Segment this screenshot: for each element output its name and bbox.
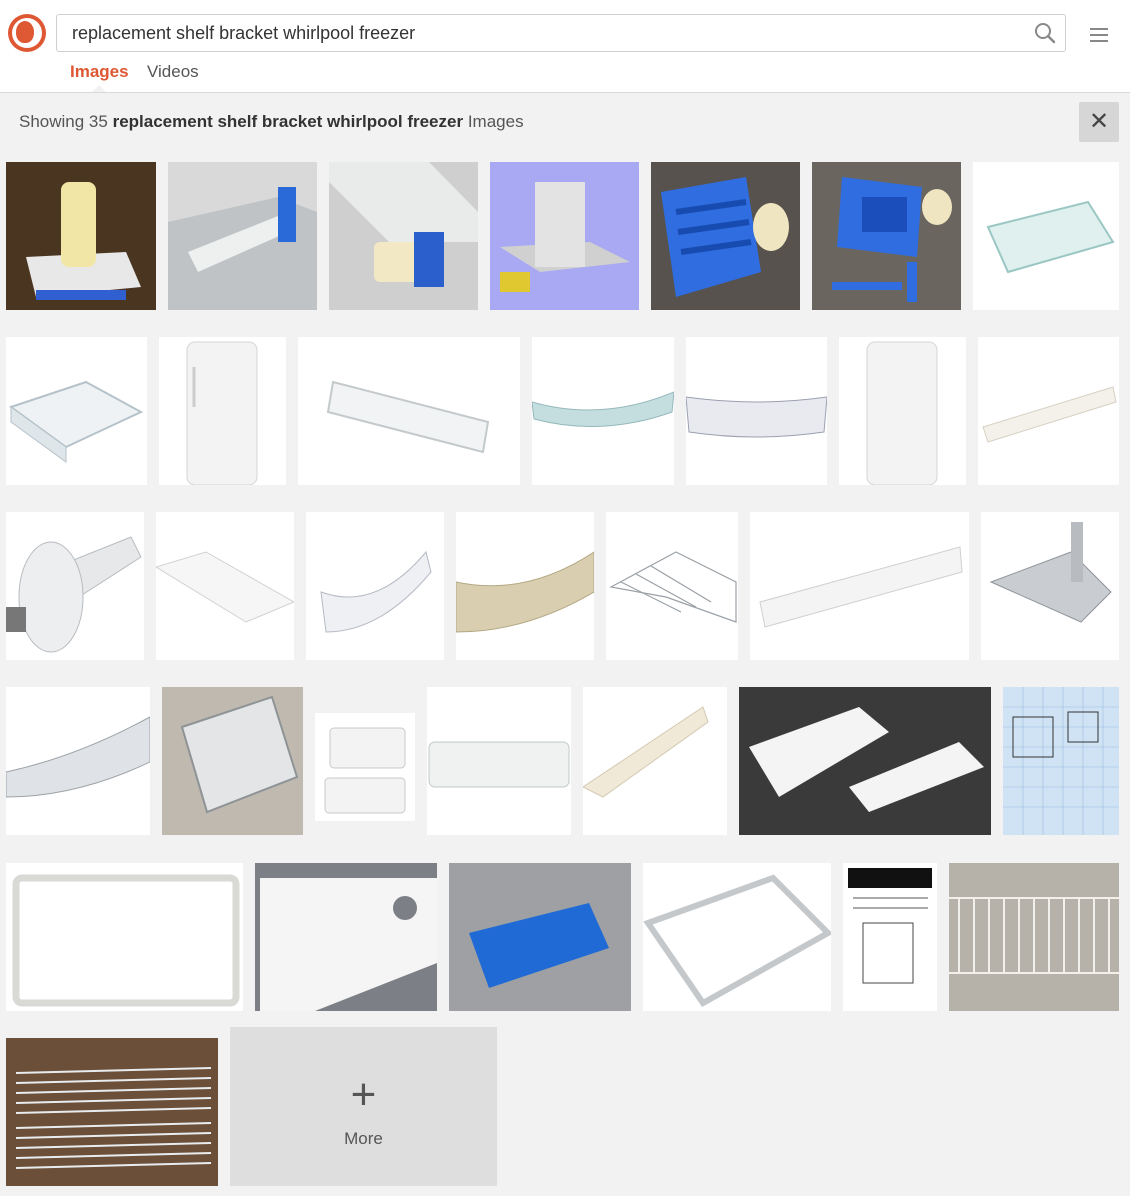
image-thumbnail[interactable]: [949, 863, 1119, 1011]
blue-cap-bracket-image: [449, 863, 631, 1011]
clear-drawer-image: [6, 337, 147, 485]
clear-crisper-drawer-image: [162, 687, 303, 835]
white-freezer-image: [839, 337, 966, 485]
more-label: More: [344, 1129, 383, 1148]
plus-icon: +: [350, 1070, 377, 1119]
image-thumbnail[interactable]: [6, 687, 150, 835]
hamburger-menu-icon[interactable]: [1090, 28, 1108, 44]
door-gasket-corner-image: [583, 687, 727, 835]
blue-door-bin-image: [532, 337, 674, 485]
wire-rack-image: [6, 1038, 218, 1186]
shelf-clip-bracket-image: [329, 162, 478, 310]
image-thumbnail[interactable]: [686, 337, 827, 485]
wire-shelf-image: [606, 512, 738, 660]
freezer-shelf-corner-image: [168, 162, 317, 310]
results-count-prefix: Showing 35: [19, 112, 108, 131]
image-thumbnail[interactable]: [490, 162, 639, 310]
image-thumbnail[interactable]: [1003, 687, 1119, 835]
3d-model-bracket-image: [490, 162, 639, 310]
image-thumbnail[interactable]: [306, 512, 444, 660]
active-tab-pointer: [92, 85, 106, 92]
white-door-bin-image: [156, 512, 294, 660]
image-thumbnail[interactable]: [651, 162, 800, 310]
image-thumbnail[interactable]: [532, 337, 674, 485]
blue-bracket-parts-image: [812, 162, 961, 310]
door-gasket-image: [6, 863, 243, 1011]
beige-door-bin-image: [456, 512, 594, 660]
manual-page-image: [843, 863, 937, 1011]
clear-door-bin-image: [427, 687, 571, 835]
search-box[interactable]: [56, 14, 1066, 52]
image-thumbnail[interactable]: [162, 687, 303, 835]
white-door-shelf-image: [978, 337, 1119, 485]
image-thumbnail[interactable]: [739, 687, 991, 835]
close-button[interactable]: ✕: [1079, 102, 1119, 142]
search-input[interactable]: [57, 15, 1017, 51]
image-thumbnail[interactable]: [6, 162, 156, 310]
results-query: replacement shelf bracket whirlpool free…: [112, 112, 464, 131]
wire-rack-image: [949, 863, 1119, 1011]
image-thumbnail[interactable]: [427, 687, 571, 835]
white-freezer-image: [159, 337, 286, 485]
image-thumbnail[interactable]: [6, 1038, 218, 1186]
image-thumbnail[interactable]: [159, 337, 286, 485]
shelf-knob-screw-image: [6, 512, 144, 660]
image-thumbnail[interactable]: [643, 863, 831, 1011]
image-thumbnail[interactable]: [315, 713, 415, 821]
technical-drawing-image: [1003, 687, 1119, 835]
results-count-text: Showing 35 replacement shelf bracket whi…: [19, 112, 524, 132]
grey-door-bin-image: [6, 687, 150, 835]
image-thumbnail[interactable]: [981, 512, 1119, 660]
duckduckgo-logo[interactable]: [8, 14, 46, 52]
image-thumbnail[interactable]: [298, 337, 520, 485]
metal-bracket-image: [981, 512, 1119, 660]
plastic-bracket-peg-image: [6, 162, 156, 310]
image-thumbnail[interactable]: [6, 863, 243, 1011]
tab-videos[interactable]: Videos: [147, 62, 199, 82]
image-thumbnail[interactable]: [606, 512, 738, 660]
image-thumbnail[interactable]: [978, 337, 1119, 485]
image-thumbnail[interactable]: [6, 512, 144, 660]
white-bracket-pair-image: [739, 687, 991, 835]
image-thumbnail[interactable]: [156, 512, 294, 660]
image-thumbnail[interactable]: [750, 512, 969, 660]
results-count-suffix: Images: [467, 112, 524, 131]
clear-door-bin-image: [686, 337, 827, 485]
white-bins-pair-image: [315, 713, 415, 821]
tab-images[interactable]: Images: [70, 62, 129, 82]
image-thumbnail[interactable]: [168, 162, 317, 310]
header: Images Videos: [0, 0, 1130, 93]
clear-door-bin-image: [306, 512, 444, 660]
shelf-frame-image: [643, 863, 831, 1011]
image-thumbnail[interactable]: [449, 863, 631, 1011]
blue-vent-clip-image: [651, 162, 800, 310]
more-button[interactable]: + More: [230, 1027, 497, 1186]
image-thumbnail[interactable]: [456, 512, 594, 660]
image-thumbnail[interactable]: [255, 863, 437, 1011]
image-thumbnail[interactable]: [812, 162, 961, 310]
image-thumbnail[interactable]: [6, 337, 147, 485]
image-thumbnail[interactable]: [583, 687, 727, 835]
image-thumbnail[interactable]: [329, 162, 478, 310]
glass-shelf-image: [973, 162, 1119, 310]
white-door-shelf-image: [750, 512, 969, 660]
search-icon[interactable]: [1033, 21, 1057, 45]
image-thumbnail[interactable]: [973, 162, 1119, 310]
door-bin-clear-image: [298, 337, 520, 485]
image-thumbnail[interactable]: [839, 337, 966, 485]
image-thumbnail[interactable]: [843, 863, 937, 1011]
partselect-bracket-image: [255, 863, 437, 1011]
